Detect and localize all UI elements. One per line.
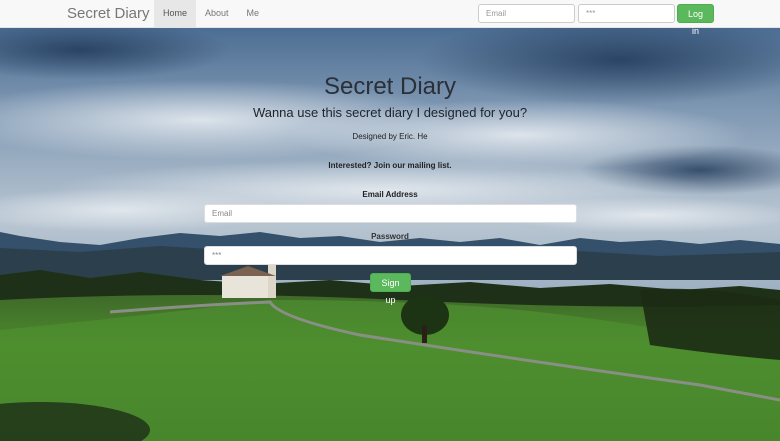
signup-password-input[interactable] — [204, 246, 577, 265]
nav-link-about[interactable]: About — [196, 0, 238, 27]
page-title: Secret Diary — [323, 73, 457, 100]
nav-link-me[interactable]: Me — [238, 0, 269, 27]
login-password-input[interactable] — [578, 4, 675, 23]
mailing-list-heading: Interested? Join our mailing list. — [328, 161, 452, 170]
nav-link-home[interactable]: Home — [154, 0, 197, 27]
navbar-brand[interactable]: Secret Diary — [67, 4, 150, 24]
email-address-label: Email Address — [362, 190, 418, 199]
password-label: Password — [371, 232, 409, 241]
designer-credit: Designed by Eric. He — [352, 132, 428, 141]
login-email-input[interactable] — [478, 4, 575, 23]
nav-links: Home About Me — [154, 0, 268, 27]
login-button[interactable]: Log in — [677, 4, 714, 36]
signup-button[interactable]: Sign up — [370, 273, 411, 305]
top-navbar: Secret Diary Home About Me Log in — [0, 0, 780, 36]
signup-email-input[interactable] — [204, 204, 577, 223]
page-subtitle: Wanna use this secret diary I designed f… — [252, 105, 528, 120]
